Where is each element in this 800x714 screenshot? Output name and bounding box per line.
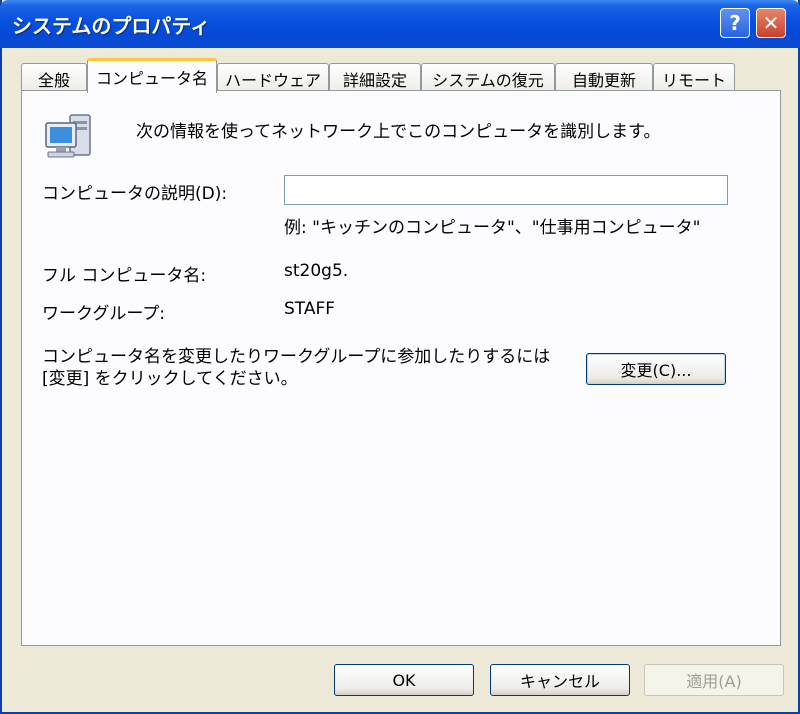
intro-text: 次の情報を使ってネットワーク上でこのコンピュータを識別します。 (136, 122, 661, 142)
description-example: 例: "キッチンのコンピュータ"、"仕事用コンピュータ" (284, 218, 701, 238)
tab-hardware[interactable]: ハードウェア (217, 63, 329, 93)
tab-computer-name[interactable]: コンピュータ名 (87, 58, 217, 93)
ok-button[interactable]: OK (334, 664, 474, 696)
tab-automatic-updates[interactable]: 自動更新 (555, 63, 653, 93)
cancel-button[interactable]: キャンセル (490, 664, 630, 696)
close-button[interactable]: ✕ (756, 8, 786, 38)
change-button[interactable]: 変更(C)... (586, 353, 726, 385)
workgroup-label: ワークグループ: (42, 304, 166, 324)
change-instructions: コンピュータ名を変更したりワークグループに参加したりするには [変更] をクリッ… (42, 347, 551, 389)
apply-button[interactable]: 適用(A) (644, 664, 784, 696)
help-icon: ? (729, 11, 741, 35)
workgroup-value: STAFF (284, 299, 336, 319)
tab-general[interactable]: 全般 (21, 63, 87, 93)
full-computer-name-value: st20g5. (284, 261, 349, 281)
system-properties-window: システムのプロパティ ? ✕ 全般 コンピュータ名 ハードウェア 詳細設定 シス… (0, 0, 800, 714)
tab-panel-computer-name: 次の情報を使ってネットワーク上でこのコンピュータを識別します。 コンピュータの説… (21, 90, 781, 646)
computer-description-input[interactable] (284, 175, 728, 205)
description-label: コンピュータの説明(D): (42, 184, 228, 204)
close-icon: ✕ (762, 11, 780, 35)
title-bar[interactable]: システムのプロパティ ? ✕ (0, 0, 800, 48)
help-button[interactable]: ? (720, 8, 750, 38)
tab-advanced[interactable]: 詳細設定 (329, 63, 421, 93)
tab-system-restore[interactable]: システムの復元 (421, 63, 555, 93)
network-computer-icon (45, 114, 91, 158)
window-title: システムのプロパティ (12, 14, 211, 38)
tab-remote[interactable]: リモート (653, 63, 735, 93)
full-computer-name-label: フル コンピュータ名: (42, 266, 207, 286)
